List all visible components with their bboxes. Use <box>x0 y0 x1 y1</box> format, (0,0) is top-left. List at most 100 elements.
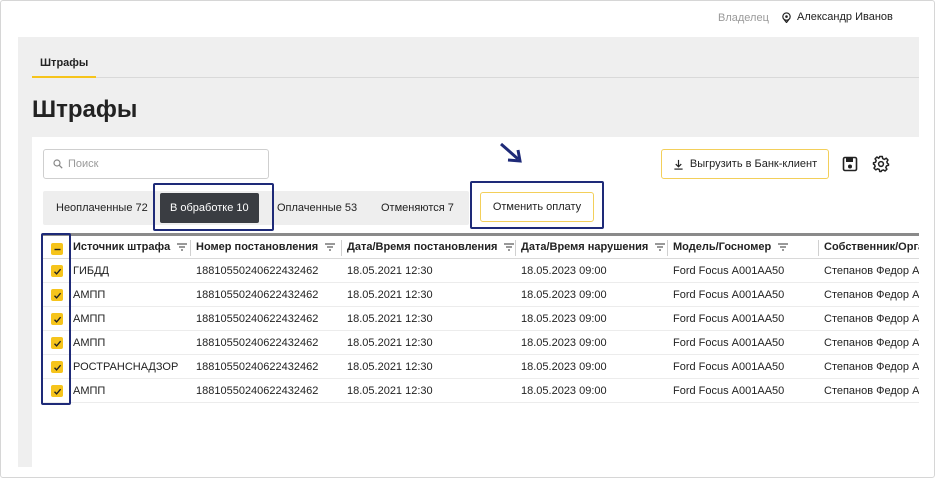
table-row[interactable]: АМПП 18810550240622432462 18.05.2021 12:… <box>43 379 919 403</box>
column-separator <box>190 240 191 256</box>
top-bar: Владелец Александр Иванов <box>1 1 934 37</box>
cell-resolution-date: 18.05.2021 12:30 <box>347 361 433 373</box>
column-title: Номер постановления <box>196 241 319 253</box>
cell-resolution-date: 18.05.2021 12:30 <box>347 337 433 349</box>
column-header-violation-date[interactable]: Дата/Время нарушения <box>515 240 666 256</box>
filter-icon[interactable] <box>778 243 789 251</box>
user-name: Александр Иванов <box>797 11 893 23</box>
user-menu[interactable]: Александр Иванов <box>781 11 893 23</box>
column-title: Собственник/Организация <box>824 241 919 253</box>
cell-vehicle: Ford Focus А001АА50 <box>673 313 785 325</box>
cell-source: РОСТРАНСНАДЗОР <box>73 361 179 373</box>
checkbox-checked-icon <box>53 268 61 275</box>
export-button-label: Выгрузить в Банк-клиент <box>689 158 818 170</box>
section-tabs: Штрафы <box>32 51 919 78</box>
table-row[interactable]: АМПП 18810550240622432462 18.05.2021 12:… <box>43 307 919 331</box>
checkbox-checked-icon <box>53 292 61 299</box>
cell-owner: Степанов Федор А. <box>824 289 919 301</box>
status-tab-unpaid[interactable]: Неоплаченные 72 <box>56 191 148 225</box>
checkbox-checked-icon <box>53 364 61 371</box>
cell-owner: Степанов Федор А. <box>824 265 919 277</box>
cell-resolution-date: 18.05.2021 12:30 <box>347 313 433 325</box>
row-checkbox[interactable] <box>51 313 63 325</box>
cell-source: АМПП <box>73 313 106 325</box>
status-tab-processing[interactable]: В обработке 10 <box>160 193 259 223</box>
app-frame: Владелец Александр Иванов Штрафы Штрафы … <box>0 0 935 478</box>
column-header-owner[interactable]: Собственник/Организация <box>818 240 919 256</box>
column-header-resolution-date[interactable]: Дата/Время постановления <box>341 240 515 256</box>
cell-owner: Степанов Федор А. <box>824 313 919 325</box>
cell-owner: Степанов Федор А. <box>824 385 919 397</box>
row-checkbox[interactable] <box>51 337 63 349</box>
checkbox-checked-icon <box>53 316 61 323</box>
status-tab-cancelling[interactable]: Отменяются 7 <box>381 191 454 225</box>
table-row[interactable]: АМПП 18810550240622432462 18.05.2021 12:… <box>43 283 919 307</box>
cell-source: АМПП <box>73 289 106 301</box>
cell-vehicle: Ford Focus А001АА50 <box>673 289 785 301</box>
cell-vehicle: Ford Focus А001АА50 <box>673 361 785 373</box>
cell-violation-date: 18.05.2023 09:00 <box>521 337 607 349</box>
checkbox-checked-icon <box>53 340 61 347</box>
select-all-checkbox[interactable] <box>51 243 63 255</box>
arrow-down-right-icon <box>500 142 522 163</box>
filter-icon[interactable] <box>655 243 666 251</box>
page-title: Штрафы <box>32 96 138 123</box>
cell-resolution-date: 18.05.2021 12:30 <box>347 289 433 301</box>
cell-resolution-number: 18810550240622432462 <box>196 385 319 397</box>
column-header-source[interactable]: Источник штрафа <box>73 241 188 253</box>
search-icon <box>53 159 63 169</box>
cell-vehicle: Ford Focus А001АА50 <box>673 337 785 349</box>
cell-resolution-number: 18810550240622432462 <box>196 361 319 373</box>
cell-vehicle: Ford Focus А001АА50 <box>673 265 785 277</box>
location-pin-icon <box>782 11 791 23</box>
cell-violation-date: 18.05.2023 09:00 <box>521 265 607 277</box>
column-separator <box>818 240 819 256</box>
table-row[interactable]: РОСТРАНСНАДЗОР 18810550240622432462 18.0… <box>43 355 919 379</box>
row-checkbox[interactable] <box>51 361 63 373</box>
filter-icon[interactable] <box>325 243 336 251</box>
cell-vehicle: Ford Focus А001АА50 <box>673 385 785 397</box>
cell-violation-date: 18.05.2023 09:00 <box>521 361 607 373</box>
tab-fines[interactable]: Штрафы <box>32 51 97 78</box>
filter-icon[interactable] <box>177 243 188 251</box>
column-title: Дата/Время нарушения <box>521 241 649 253</box>
cell-resolution-date: 18.05.2021 12:30 <box>347 265 433 277</box>
save-icon[interactable] <box>842 156 858 172</box>
column-header-vehicle[interactable]: Модель/Госномер <box>667 240 789 256</box>
cell-source: ГИБДД <box>73 265 109 277</box>
column-title: Источник штрафа <box>73 241 171 253</box>
export-bank-client-button[interactable]: Выгрузить в Банк-клиент <box>661 149 829 179</box>
column-title: Модель/Госномер <box>673 241 772 253</box>
cell-resolution-number: 18810550240622432462 <box>196 265 319 277</box>
table-row[interactable]: АМПП 18810550240622432462 18.05.2021 12:… <box>43 331 919 355</box>
gear-icon[interactable] <box>872 155 890 173</box>
table-viewport: Источник штрафа Номер постановления Дата… <box>43 233 919 433</box>
search-input[interactable] <box>68 158 248 170</box>
table-row[interactable]: ГИБДД 18810550240622432462 18.05.2021 12… <box>43 259 919 283</box>
row-checkbox[interactable] <box>51 385 63 397</box>
cell-resolution-date: 18.05.2021 12:30 <box>347 385 433 397</box>
cancel-payment-button[interactable]: Отменить оплату <box>480 192 594 222</box>
column-separator <box>667 240 668 256</box>
status-tab-paid[interactable]: Оплаченные 53 <box>277 191 357 225</box>
owner-role-label: Владелец <box>718 12 769 24</box>
column-separator <box>515 240 516 256</box>
column-separator <box>341 240 342 256</box>
cell-violation-date: 18.05.2023 09:00 <box>521 385 607 397</box>
checkbox-checked-icon <box>53 388 61 395</box>
status-filter-tabs: Неоплаченные 72 В обработке 10 Оплаченны… <box>43 191 469 225</box>
cell-resolution-number: 18810550240622432462 <box>196 337 319 349</box>
column-header-resolution-number[interactable]: Номер постановления <box>190 240 336 256</box>
filter-icon[interactable] <box>504 243 515 251</box>
download-icon <box>674 159 683 170</box>
table-header: Источник штрафа Номер постановления Дата… <box>43 233 919 259</box>
cell-source: АМПП <box>73 337 106 349</box>
row-checkbox[interactable] <box>51 265 63 277</box>
cell-violation-date: 18.05.2023 09:00 <box>521 289 607 301</box>
fines-card: Выгрузить в Банк-клиент Неоплаченные 72 … <box>32 137 919 467</box>
cell-source: АМПП <box>73 385 106 397</box>
row-checkbox[interactable] <box>51 289 63 301</box>
cell-resolution-number: 18810550240622432462 <box>196 313 319 325</box>
search-box[interactable] <box>43 149 269 179</box>
cell-owner: Степанов Федор А. <box>824 361 919 373</box>
